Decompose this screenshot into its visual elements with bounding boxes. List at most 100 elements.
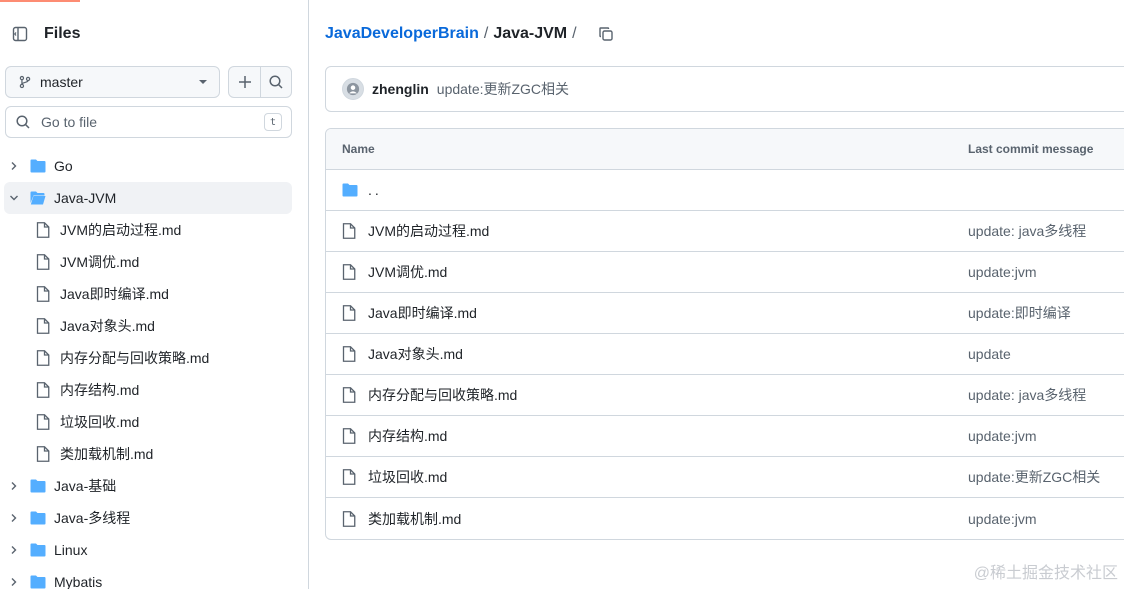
file-icon — [342, 223, 358, 239]
chevron-right-icon[interactable] — [6, 574, 22, 589]
tree-folder-linux[interactable]: Linux — [4, 534, 292, 566]
tree-file[interactable]: 内存结构.md — [4, 374, 292, 406]
tree-item-label: Java对象头.md — [60, 318, 155, 334]
chevron-right-icon[interactable] — [6, 158, 22, 174]
branch-selector[interactable]: master — [5, 66, 220, 98]
parent-directory-row[interactable]: .. — [326, 170, 1124, 211]
file-icon — [36, 446, 52, 462]
breadcrumb: JavaDeveloperBrain / Java-JVM / — [325, 22, 616, 46]
tree-item-label: Java即时编译.md — [60, 286, 169, 302]
commit-message-link[interactable]: update:jvm — [968, 428, 1036, 444]
breadcrumb-repo-link[interactable]: JavaDeveloperBrain — [325, 25, 479, 43]
tree-file[interactable]: JVM调优.md — [4, 246, 292, 278]
file-icon — [36, 286, 52, 302]
copy-path-button[interactable] — [596, 24, 616, 44]
table-row[interactable]: 内存结构.md update:jvm — [326, 416, 1124, 457]
sidebar-title: Files — [44, 25, 81, 42]
commit-message-link[interactable]: update: java多线程 — [968, 385, 1086, 405]
file-icon — [36, 350, 52, 366]
search-button[interactable] — [260, 67, 291, 97]
folder-icon — [342, 182, 358, 198]
collapse-sidebar-button[interactable] — [6, 20, 34, 48]
file-name-link[interactable]: Java即时编译.md — [368, 303, 968, 323]
tree-item-label: Java-基础 — [54, 478, 117, 494]
main-content: JavaDeveloperBrain / Java-JVM / zhenglin… — [325, 0, 1124, 589]
file-name-link[interactable]: 类加载机制.md — [368, 509, 968, 529]
go-to-file-placeholder: Go to file — [41, 114, 98, 130]
tree-item-label: 垃圾回收.md — [60, 414, 140, 430]
file-icon — [36, 222, 52, 238]
tree-item-label: Java-多线程 — [54, 510, 131, 526]
file-icon — [342, 428, 358, 444]
chevron-right-icon[interactable] — [6, 510, 22, 526]
tree-item-label: 内存结构.md — [60, 382, 140, 398]
file-icon — [342, 346, 358, 362]
tree-file[interactable]: 垃圾回收.md — [4, 406, 292, 438]
commit-author[interactable]: zhenglin — [372, 81, 429, 97]
sidebar-collapse-icon — [12, 26, 28, 42]
tree-item-label: Linux — [54, 542, 88, 558]
file-name-link[interactable]: 内存分配与回收策略.md — [368, 385, 968, 405]
table-header: Name Last commit message — [326, 129, 1124, 170]
table-row[interactable]: Java即时编译.md update:即时编译 — [326, 293, 1124, 334]
table-row[interactable]: JVM调优.md update:jvm — [326, 252, 1124, 293]
tree-folder-java-jvm[interactable]: Java-JVM — [4, 182, 292, 214]
go-to-file-input[interactable]: Go to file t — [5, 106, 292, 138]
chevron-down-icon[interactable] — [6, 190, 22, 206]
commit-message-link[interactable]: update:jvm — [968, 264, 1036, 280]
sidebar-action-group — [228, 66, 292, 98]
sidebar-header: Files — [0, 18, 300, 50]
folder-open-icon — [30, 190, 46, 206]
file-name-link[interactable]: JVM调优.md — [368, 262, 968, 282]
tree-item-label: JVM的启动过程.md — [60, 222, 182, 238]
tree-file[interactable]: JVM的启动过程.md — [4, 214, 292, 246]
commit-message-link[interactable]: update:更新ZGC相关 — [968, 467, 1100, 487]
folder-icon — [30, 158, 46, 174]
tree-file[interactable]: 类加载机制.md — [4, 438, 292, 470]
avatar[interactable] — [342, 78, 364, 100]
file-icon — [36, 318, 52, 334]
table-row[interactable]: 内存分配与回收策略.md update: java多线程 — [326, 375, 1124, 416]
file-icon — [342, 387, 358, 403]
commit-message-link[interactable]: update:jvm — [968, 511, 1036, 527]
add-file-button[interactable] — [229, 67, 260, 97]
tree-file[interactable]: Java即时编译.md — [4, 278, 292, 310]
file-icon — [36, 414, 52, 430]
tree-file[interactable]: 内存分配与回收策略.md — [4, 342, 292, 374]
file-tree-sidebar: Files master Go to file t Go Java-JVM JV… — [0, 0, 309, 589]
tree-item-label: 内存分配与回收策略.md — [60, 350, 210, 366]
branch-name: master — [40, 74, 83, 90]
commit-message[interactable]: update:更新ZGC相关 — [437, 79, 569, 99]
table-row[interactable]: JVM的启动过程.md update: java多线程 — [326, 211, 1124, 252]
keyboard-shortcut-hint: t — [264, 113, 282, 131]
tree-folder-mybatis[interactable]: Mybatis — [4, 566, 292, 589]
commit-message-link[interactable]: update:即时编译 — [968, 303, 1071, 323]
file-name-link[interactable]: 内存结构.md — [368, 426, 968, 446]
column-header-last-commit: Last commit message — [968, 142, 1094, 156]
table-row[interactable]: Java对象头.md update — [326, 334, 1124, 375]
git-branch-icon — [19, 75, 31, 89]
file-table: Name Last commit message .. JVM的启动过程.md … — [325, 128, 1124, 540]
tree-folder-java-basics[interactable]: Java-基础 — [4, 470, 292, 502]
file-icon — [342, 469, 358, 485]
file-icon — [342, 510, 358, 527]
commit-message-link[interactable]: update: java多线程 — [968, 221, 1086, 241]
file-tree: Go Java-JVM JVM的启动过程.md JVM调优.md Java即时编… — [0, 150, 300, 589]
tree-file[interactable]: Java对象头.md — [4, 310, 292, 342]
tree-folder-java-multithread[interactable]: Java-多线程 — [4, 502, 292, 534]
breadcrumb-separator: / — [572, 25, 577, 42]
search-icon — [269, 75, 283, 89]
chevron-right-icon[interactable] — [6, 542, 22, 558]
file-name-link[interactable]: Java对象头.md — [368, 344, 968, 364]
github-user-icon — [346, 82, 360, 96]
tree-item-label: Go — [54, 158, 73, 174]
file-name-link[interactable]: 垃圾回收.md — [368, 467, 968, 487]
commit-message-link[interactable]: update — [968, 346, 1011, 362]
file-name-link[interactable]: JVM的启动过程.md — [368, 221, 968, 241]
tree-item-label: 类加载机制.md — [60, 446, 154, 462]
table-row[interactable]: 垃圾回收.md update:更新ZGC相关 — [326, 457, 1124, 498]
parent-directory-link[interactable]: .. — [368, 182, 968, 198]
table-row[interactable]: 类加载机制.md update:jvm — [326, 498, 1124, 539]
tree-folder-go[interactable]: Go — [4, 150, 292, 182]
chevron-right-icon[interactable] — [6, 478, 22, 494]
